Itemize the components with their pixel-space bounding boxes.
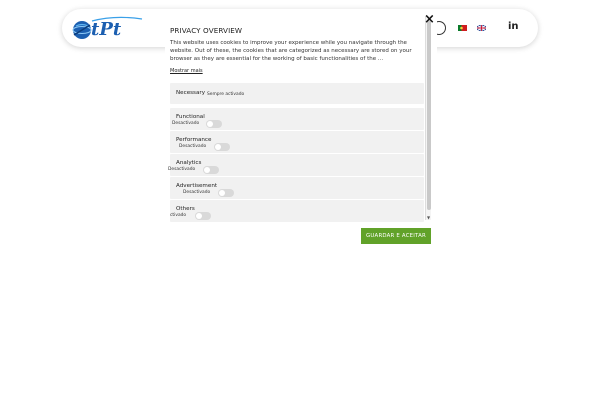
svg-text:tPt: tPt bbox=[91, 19, 122, 40]
tpt-globe-logo-icon: tPt bbox=[72, 16, 143, 40]
category-name: Performance bbox=[176, 137, 212, 143]
category-status: Sempre activado bbox=[207, 91, 245, 97]
category-necessary[interactable]: Necessary Sempre activado bbox=[170, 83, 424, 104]
category-name: Advertisement bbox=[176, 183, 218, 189]
category-name: Others bbox=[176, 206, 195, 212]
linkedin-icon[interactable]: in bbox=[508, 21, 519, 32]
category-status: Desactivado bbox=[168, 167, 196, 172]
modal-description: This website uses cookies to improve you… bbox=[170, 40, 412, 63]
analytics-toggle[interactable] bbox=[203, 166, 219, 174]
category-analytics[interactable]: Analytics Desactivado bbox=[168, 154, 424, 176]
advertisement-toggle[interactable] bbox=[218, 189, 234, 197]
category-performance[interactable]: Performance Desactivado bbox=[170, 131, 424, 153]
category-name: Analytics bbox=[176, 160, 202, 166]
category-name: Functional bbox=[176, 114, 205, 120]
category-status: Desactivado bbox=[172, 121, 200, 126]
others-toggle[interactable] bbox=[195, 212, 211, 220]
modal-title: PRIVACY OVERVIEW bbox=[170, 26, 243, 35]
modal-scrollbar[interactable]: ▼ bbox=[425, 16, 431, 220]
show-more-link[interactable]: Mostrar mais bbox=[170, 68, 203, 74]
category-status: Desactivado bbox=[183, 190, 211, 195]
category-status: Desactivado bbox=[179, 144, 207, 149]
category-others[interactable]: Others ctivado bbox=[170, 200, 424, 222]
scroll-down-arrow-icon[interactable]: ▼ bbox=[426, 215, 431, 220]
category-advertisement[interactable]: Advertisement Desactivado bbox=[170, 177, 424, 199]
functional-toggle[interactable] bbox=[206, 120, 222, 128]
category-name: Necessary bbox=[176, 90, 206, 96]
en-flag-icon[interactable] bbox=[477, 25, 486, 31]
modal-scroll-area[interactable]: PRIVACY OVERVIEW This website uses cooki… bbox=[165, 16, 431, 222]
scrollbar-thumb[interactable] bbox=[426, 20, 431, 210]
save-and-accept-button[interactable]: GUARDAR E ACEITAR bbox=[361, 228, 431, 244]
close-icon[interactable]: × bbox=[424, 13, 435, 26]
pt-flag-icon[interactable] bbox=[458, 25, 467, 31]
category-functional[interactable]: Functional Desactivado bbox=[170, 108, 424, 130]
tpt-logo[interactable]: tPt bbox=[70, 13, 150, 43]
performance-toggle[interactable] bbox=[214, 143, 230, 151]
category-status: ctivado bbox=[170, 213, 187, 218]
cookie-settings-modal: PRIVACY OVERVIEW This website uses cooki… bbox=[165, 13, 437, 252]
